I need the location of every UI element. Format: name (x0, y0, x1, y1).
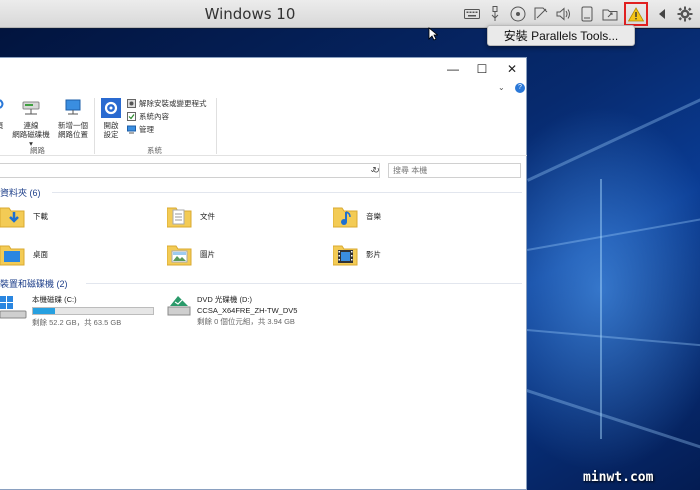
ribbon: 頁 連線網路磁碟機▾ 新增一個網路位置 網路 開啟設定 解除安裝或變更程式 系統… (0, 94, 527, 156)
desktop-folder-icon (0, 245, 25, 266)
drive-d-name: DVD 光碟機 (D:) (197, 295, 252, 304)
drive-c-name: 本機磁碟 (C:) (32, 295, 77, 304)
watermark: minwt.com (583, 470, 654, 485)
gear-icon[interactable] (676, 5, 694, 23)
network-drive-icon (22, 101, 40, 115)
videos-folder-icon (333, 245, 358, 266)
close-button[interactable]: ✕ (500, 60, 524, 78)
ribbon-separator (94, 98, 95, 154)
minimize-button[interactable]: — (441, 60, 465, 78)
ribbon-expand-icon[interactable]: ⌄ (498, 83, 505, 92)
settings-gear-icon (101, 98, 121, 118)
system-group-label: 系統 (147, 146, 162, 155)
keyboard-icon[interactable] (463, 5, 481, 23)
explorer-titlebar: — ☐ ✕ (0, 58, 527, 80)
dvd-drive-icon (167, 296, 191, 316)
section-divider (52, 192, 522, 193)
open-settings-button[interactable]: 開啟 設定 (98, 98, 124, 139)
cd-icon[interactable] (509, 5, 527, 23)
documents-folder-icon (167, 207, 192, 228)
shared-folder-icon[interactable] (601, 5, 619, 23)
wallpaper-beam (527, 214, 700, 251)
monitor-icon (65, 99, 81, 115)
folder-item-music[interactable]: 音樂 (333, 204, 381, 228)
folder-item-desktop[interactable]: 桌面 (0, 242, 48, 266)
uninstall-program-link[interactable]: 解除安裝或變更程式 (127, 98, 207, 109)
install-parallels-tools-menu-item[interactable]: 安裝 Parallels Tools... (487, 25, 635, 46)
wallpaper-beam (600, 179, 602, 439)
drive-c-free: 剩餘 52.2 GB，共 63.5 GB (32, 318, 122, 327)
warning-icon[interactable] (624, 2, 648, 26)
add-network-location-button[interactable]: 新增一個 網路位置 (55, 98, 91, 139)
toolbar-icons (463, 2, 694, 26)
section-divider (86, 283, 522, 284)
drives-section-title[interactable]: 裝置和磁碟機 (2) (0, 277, 68, 290)
system-properties-link[interactable]: 系統內容 (127, 111, 169, 122)
wallpaper-beam (527, 94, 700, 182)
device-icon[interactable] (578, 5, 596, 23)
drive-c-usage-bar (32, 307, 154, 315)
windows-drive-icon (0, 296, 27, 319)
map-drive-button[interactable]: 連線 網路磁碟機▾ (12, 98, 50, 148)
refresh-icon[interactable]: ↻ (369, 163, 383, 178)
address-bar[interactable]: ⌄ (0, 163, 380, 178)
usb-icon[interactable] (486, 5, 504, 23)
folder-item-documents[interactable]: 文件 (167, 204, 215, 228)
wallpaper-beam (526, 389, 700, 454)
drive-c-usage-fill (33, 308, 55, 314)
collapse-arrow-icon[interactable] (653, 5, 671, 23)
network-group-label: 網路 (30, 146, 45, 155)
drive-d-free: 剩餘 0 個位元組，共 3.94 GB (197, 317, 295, 326)
ribbon-separator (216, 98, 217, 154)
file-explorer-window: — ☐ ✕ ⌄ ? 頁 連線網路磁碟機▾ 新增一個網路位置 網路 開啟設定 解除… (0, 57, 527, 490)
folder-item-downloads[interactable]: 下載 (0, 204, 48, 228)
ribbon-partial-label: 頁 (0, 121, 8, 130)
mouse-cursor-icon (428, 27, 438, 41)
network-icon[interactable] (532, 5, 550, 23)
folders-section-title[interactable]: 資料夾 (6) (0, 186, 41, 199)
ribbon-partial-item[interactable] (0, 98, 6, 118)
sound-icon[interactable] (555, 5, 573, 23)
programs-icon (127, 99, 136, 108)
drive-d-volume-label: CCSA_X64FRE_ZH-TW_DV5 (197, 306, 298, 315)
folder-item-videos[interactable]: 影片 (333, 242, 381, 266)
downloads-folder-icon (0, 207, 25, 228)
mac-titlebar: Windows 10 (0, 0, 700, 28)
window-title: Windows 10 (204, 5, 296, 23)
check-icon (127, 112, 136, 121)
music-folder-icon (333, 207, 358, 228)
manage-link[interactable]: 管理 (127, 124, 154, 135)
computer-icon (127, 125, 136, 134)
wallpaper-beam (526, 329, 700, 349)
pictures-folder-icon (167, 245, 192, 266)
help-icon[interactable]: ? (515, 83, 525, 93)
folder-item-pictures[interactable]: 圖片 (167, 242, 215, 266)
maximize-button[interactable]: ☐ (470, 60, 494, 78)
search-input[interactable]: 搜尋 本機 (388, 163, 521, 178)
